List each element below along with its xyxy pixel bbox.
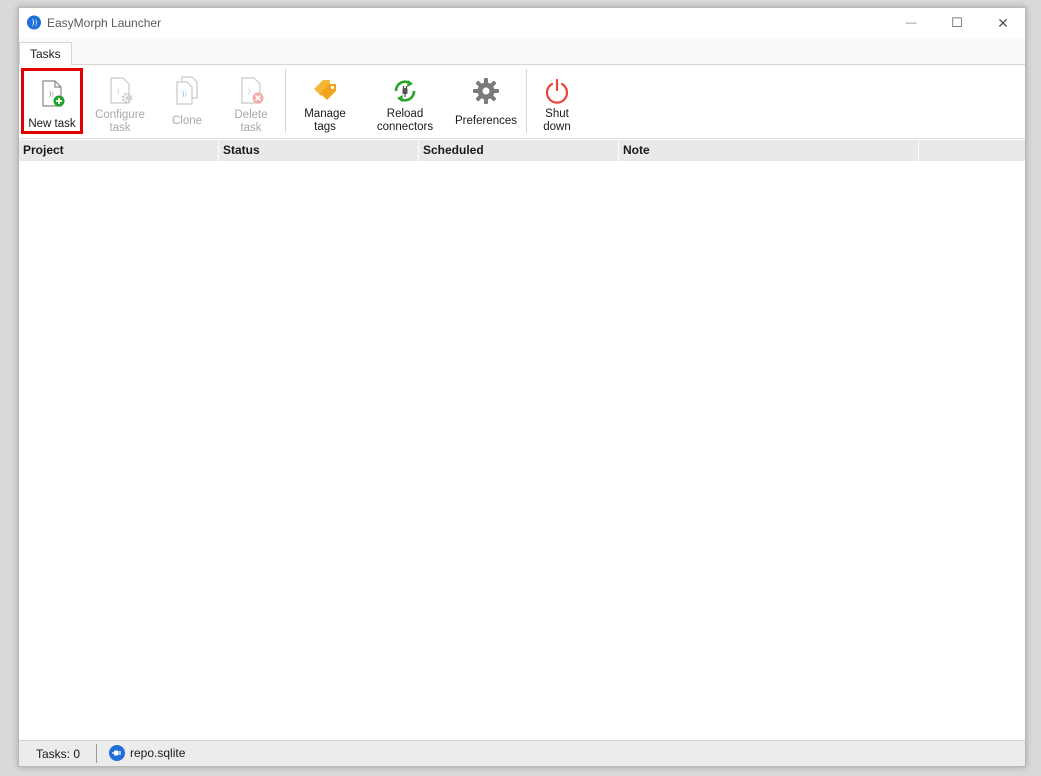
minimize-icon: — xyxy=(905,17,917,29)
delete-task-icon xyxy=(236,76,266,106)
app-window: EasyMorph Launcher — ☐ ✕ Tasks New task … xyxy=(18,7,1026,767)
configure-task-button[interactable]: Configure task xyxy=(87,68,153,134)
clone-button[interactable]: Clone xyxy=(159,68,215,134)
new-task-icon xyxy=(37,79,67,109)
delete-task-button[interactable]: Delete task xyxy=(223,68,279,134)
column-header-scheduled[interactable]: Scheduled xyxy=(419,140,619,161)
preferences-button[interactable]: Preferences xyxy=(453,68,519,134)
column-header-status[interactable]: Status xyxy=(219,140,419,161)
task-grid-body[interactable] xyxy=(19,161,1025,740)
close-icon: ✕ xyxy=(997,14,1009,31)
power-icon xyxy=(542,76,572,105)
window-title: EasyMorph Launcher xyxy=(47,16,162,30)
database-name: repo.sqlite xyxy=(130,746,186,760)
reload-connectors-label: Reload connectors xyxy=(376,108,434,133)
database-indicator[interactable]: repo.sqlite xyxy=(109,745,185,761)
manage-tags-label: Manage tags xyxy=(304,108,346,133)
task-count: Tasks: 0 xyxy=(36,747,81,761)
gear-icon xyxy=(471,76,501,106)
close-button[interactable]: ✕ xyxy=(980,8,1026,38)
configure-task-label: Configure task xyxy=(95,109,145,134)
clone-icon xyxy=(172,76,202,106)
reload-connectors-button[interactable]: Reload connectors xyxy=(369,68,441,134)
easymorph-logo-icon xyxy=(27,15,41,30)
manage-tags-button[interactable]: Manage tags xyxy=(295,68,355,134)
tags-icon xyxy=(310,76,340,105)
toolbar: New task Configure task Clone Delete tas… xyxy=(19,65,1025,139)
grid-header: Project Status Scheduled Note xyxy=(19,140,1025,161)
new-task-button[interactable]: New task xyxy=(21,68,83,134)
toolbar-separator xyxy=(526,69,527,133)
shut-down-button[interactable]: Shut down xyxy=(535,68,579,134)
preferences-label: Preferences xyxy=(454,115,517,127)
column-header-project[interactable]: Project xyxy=(19,140,219,161)
configure-task-icon xyxy=(105,76,135,106)
column-header-note[interactable]: Note xyxy=(619,140,919,161)
tab-strip: Tasks xyxy=(19,38,1025,66)
toolbar-separator xyxy=(285,69,286,133)
shut-down-label: Shut down xyxy=(543,108,571,133)
delete-task-label: Delete task xyxy=(234,109,268,134)
new-task-label: New task xyxy=(28,118,76,130)
minimize-button[interactable]: — xyxy=(888,8,934,38)
clone-label: Clone xyxy=(171,115,203,127)
database-connector-icon xyxy=(109,745,125,761)
title-bar: EasyMorph Launcher — ☐ ✕ xyxy=(19,8,1025,38)
maximize-button[interactable]: ☐ xyxy=(934,8,980,38)
reload-connectors-icon xyxy=(390,76,420,105)
tab-tasks[interactable]: Tasks xyxy=(19,42,72,66)
maximize-icon: ☐ xyxy=(951,15,963,30)
status-bar: Tasks: 0 repo.sqlite xyxy=(19,740,1025,766)
status-separator xyxy=(96,744,97,763)
